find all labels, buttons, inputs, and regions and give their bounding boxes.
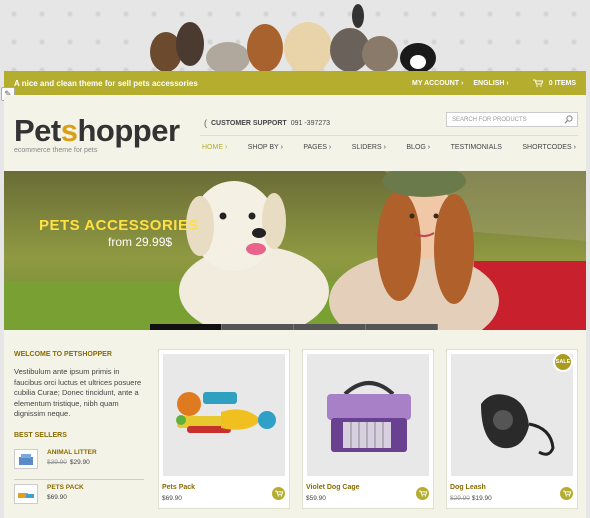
product-card[interactable]: SALE Dog Leash $29.90 $19.90 — [446, 349, 578, 509]
cart-icon — [418, 490, 427, 497]
search-placeholder: SEARCH FOR PRODUCTS — [452, 116, 527, 123]
nav-shortcodes[interactable]: SHORTCODES › — [522, 144, 576, 151]
slider-dot-1[interactable] — [150, 324, 222, 330]
add-to-cart-button[interactable] — [272, 487, 285, 500]
product-name[interactable]: Dog Leash — [450, 484, 486, 491]
search-icon[interactable] — [564, 115, 573, 124]
customer-support: ( CUSTOMER SUPPORT 091 -397273 — [204, 118, 330, 128]
nav-sliders[interactable]: SLIDERS › — [352, 144, 386, 151]
cart-link[interactable]: 0 ITEMS — [532, 79, 576, 87]
cart-icon — [274, 490, 283, 497]
best-seller-price: $39.90 $29.90 — [47, 458, 90, 466]
best-seller-name[interactable]: PETS PACK — [47, 484, 84, 491]
support-label: CUSTOMER SUPPORT — [211, 119, 287, 127]
cart-count: 0 ITEMS — [548, 79, 576, 87]
best-sellers-title: BEST SELLERS — [14, 431, 67, 439]
product-image[interactable] — [307, 354, 429, 476]
product-name[interactable]: Violet Dog Cage — [306, 484, 360, 491]
welcome-title: WELCOME TO PETSHOPPER — [14, 351, 112, 358]
site-logo[interactable]: Petshopper ecommerce theme for pets — [14, 113, 180, 154]
hero-price: from 29.99$ — [108, 235, 173, 249]
product-name[interactable]: Pets Pack — [162, 484, 195, 491]
hero-slider[interactable]: PETS ACCESSORIES from 29.99$ — [4, 171, 586, 330]
logo-wordmark: Petshopper — [14, 113, 180, 148]
product-price: $59.90 — [306, 495, 326, 502]
search-input[interactable]: SEARCH FOR PRODUCTS — [446, 112, 578, 127]
page-content: Petshopper ecommerce theme for pets ( CU… — [4, 95, 586, 518]
add-to-cart-button[interactable] — [416, 487, 429, 500]
site-tagline: A nice and clean theme for sell pets acc… — [14, 78, 198, 88]
add-to-cart-button[interactable] — [560, 487, 573, 500]
pets-banner-image — [150, 4, 436, 74]
support-phone: 091 -397273 — [290, 119, 331, 127]
nav-testimonials[interactable]: TESTIMONIALS — [451, 144, 502, 151]
language-selector[interactable]: ENGLISH › — [473, 80, 508, 87]
slider-pagination — [150, 324, 438, 330]
product-image[interactable] — [451, 354, 573, 476]
sidebar: WELCOME TO PETSHOPPER Vestibulum ante ip… — [14, 351, 144, 510]
slider-dot-3[interactable] — [294, 324, 366, 330]
phone-icon: ( — [204, 118, 207, 128]
hero-title: PETS ACCESSORIES — [39, 217, 199, 234]
product-image[interactable] — [163, 354, 285, 476]
cart-icon — [532, 79, 543, 87]
product-price: $69.90 — [162, 495, 182, 502]
slider-dot-2[interactable] — [222, 324, 294, 330]
nav-pages[interactable]: PAGES › — [303, 144, 331, 151]
best-seller-name[interactable]: ANIMAL LITTER — [47, 449, 97, 456]
product-thumbnail — [14, 448, 38, 469]
my-account-link[interactable]: MY ACCOUNT › — [412, 80, 463, 87]
hero-image — [4, 171, 586, 330]
product-card[interactable]: Violet Dog Cage $59.90 — [302, 349, 434, 509]
nav-home[interactable]: HOME › — [202, 144, 227, 151]
site-header: Petshopper ecommerce theme for pets ( CU… — [4, 95, 586, 171]
best-seller-item[interactable]: ANIMAL LITTER $39.90 $29.90 — [14, 448, 144, 475]
main-nav: HOME › SHOP BY › PAGES › SLIDERS › BLOG … — [200, 135, 578, 159]
product-thumbnail — [14, 483, 38, 504]
sale-badge: SALE — [553, 352, 573, 372]
welcome-text: Vestibulum ante ipsum primis in faucibus… — [14, 367, 142, 418]
best-seller-item[interactable]: PETS PACK $69.90 — [14, 478, 144, 510]
product-price: $29.90 $19.90 — [450, 495, 492, 502]
nav-blog[interactable]: BLOG › — [406, 144, 430, 151]
top-bar: A nice and clean theme for sell pets acc… — [4, 71, 586, 95]
nav-shop-by[interactable]: SHOP BY › — [248, 144, 283, 151]
best-seller-price: $69.90 — [47, 493, 67, 501]
cart-icon — [562, 490, 571, 497]
product-card[interactable]: Pets Pack $69.90 — [158, 349, 290, 509]
slider-dot-4[interactable] — [366, 324, 438, 330]
